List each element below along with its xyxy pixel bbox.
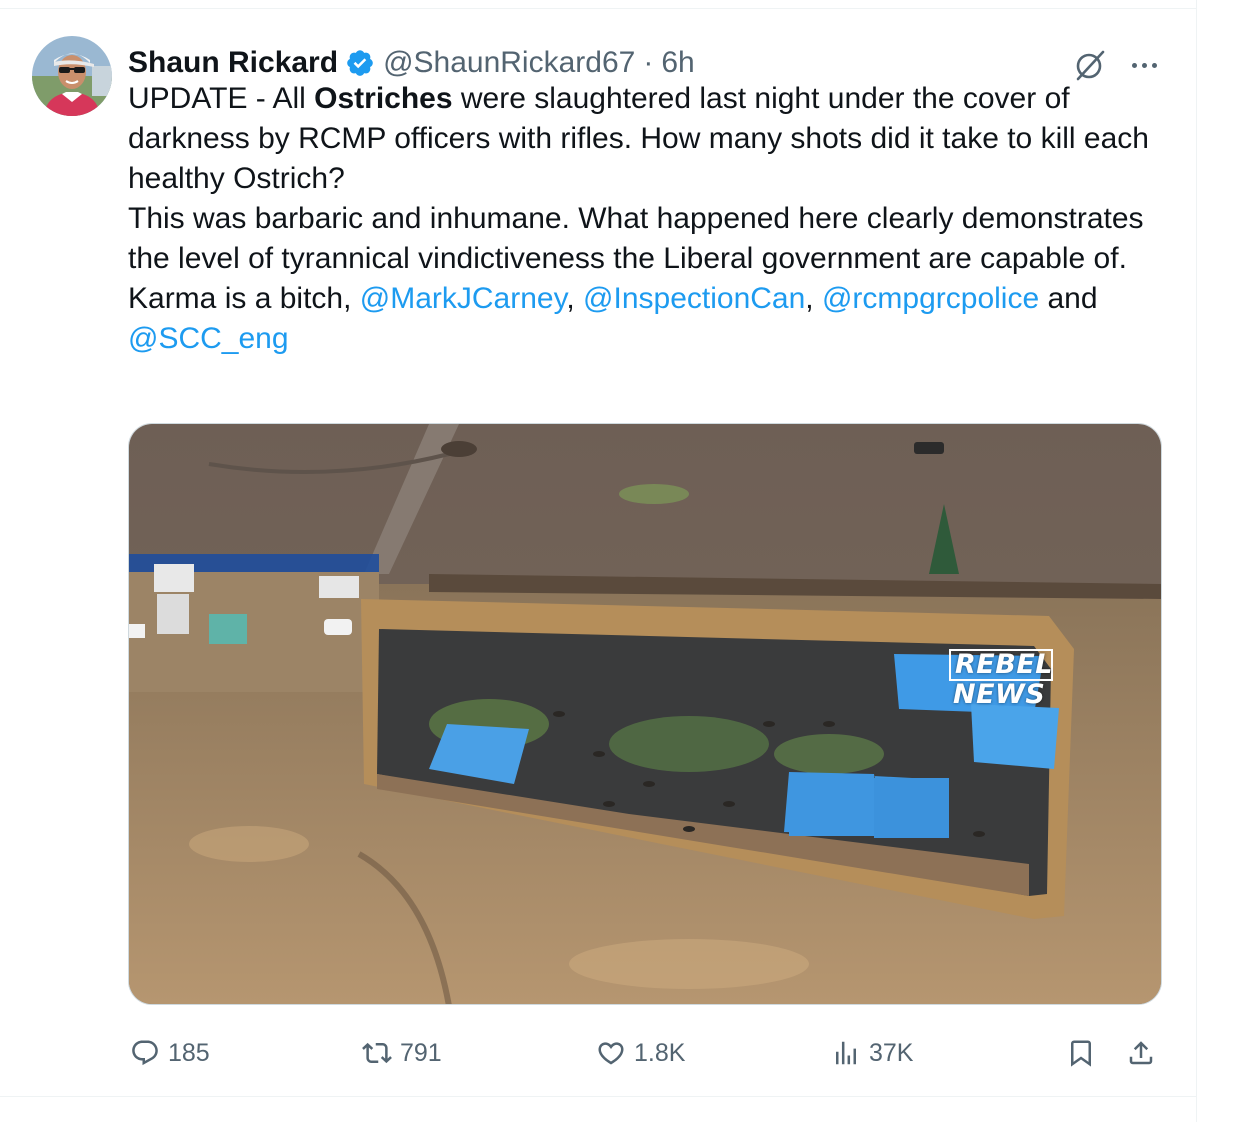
separator-dot: · bbox=[643, 46, 654, 79]
author-handle[interactable]: @ShaunRickard67 bbox=[383, 46, 635, 80]
bold-keyword: Ostriches bbox=[314, 82, 453, 115]
tweet-actions: 185 791 1.8K 37K bbox=[128, 1031, 1168, 1075]
tweet-header: Shaun Rickard @ShaunRickard67 · 6h bbox=[128, 43, 695, 83]
bookmark-button[interactable] bbox=[1066, 1031, 1096, 1075]
bottom-divider bbox=[0, 1096, 1196, 1097]
rebel-news-watermark: REBEL NEWS bbox=[949, 649, 1053, 709]
grok-icon[interactable] bbox=[1072, 47, 1108, 83]
tweet-text: UPDATE - All Ostriches were slaughtered … bbox=[128, 79, 1168, 359]
tweet-paragraph-3: Karma is a bitch, @MarkJCarney, @Inspect… bbox=[128, 282, 1098, 355]
avatar[interactable] bbox=[32, 36, 112, 116]
repost-count: 791 bbox=[400, 1038, 442, 1067]
mention-link[interactable]: @rcmpgrcpolice bbox=[822, 282, 1039, 315]
views-button[interactable]: 37K bbox=[831, 1031, 913, 1075]
more-icon[interactable] bbox=[1126, 47, 1162, 83]
like-count: 1.8K bbox=[634, 1038, 686, 1067]
views-icon bbox=[836, 1041, 856, 1065]
share-button[interactable] bbox=[1126, 1031, 1156, 1075]
mention-link[interactable]: @SCC_eng bbox=[128, 322, 289, 355]
mention-link[interactable]: @MarkJCarney bbox=[360, 282, 567, 315]
right-divider bbox=[1196, 0, 1197, 1122]
reply-count: 185 bbox=[168, 1038, 210, 1067]
reply-button[interactable]: 185 bbox=[130, 1031, 210, 1075]
like-icon bbox=[598, 1042, 624, 1065]
tweet[interactable]: Shaun Rickard @ShaunRickard67 · 6h UPDAT… bbox=[0, 9, 1196, 1096]
verified-badge-icon bbox=[345, 48, 375, 78]
views-count: 37K bbox=[869, 1038, 914, 1067]
like-button[interactable]: 1.8K bbox=[596, 1031, 685, 1075]
mention-link[interactable]: @InspectionCan bbox=[583, 282, 805, 315]
tweet-paragraph-2: This was barbaric and inhumane. What hap… bbox=[128, 202, 1144, 275]
repost-icon bbox=[362, 1042, 392, 1064]
share-icon bbox=[1129, 1041, 1153, 1065]
repost-button[interactable]: 791 bbox=[362, 1031, 442, 1075]
bookmark-icon bbox=[1071, 1040, 1091, 1067]
tweet-paragraph-1: UPDATE - All Ostriches were slaughtered … bbox=[128, 82, 1149, 195]
author-name[interactable]: Shaun Rickard bbox=[128, 46, 338, 80]
timestamp[interactable]: 6h bbox=[661, 46, 694, 80]
reply-icon bbox=[132, 1040, 158, 1066]
tweet-media-image[interactable]: REBEL NEWS bbox=[128, 423, 1162, 1005]
